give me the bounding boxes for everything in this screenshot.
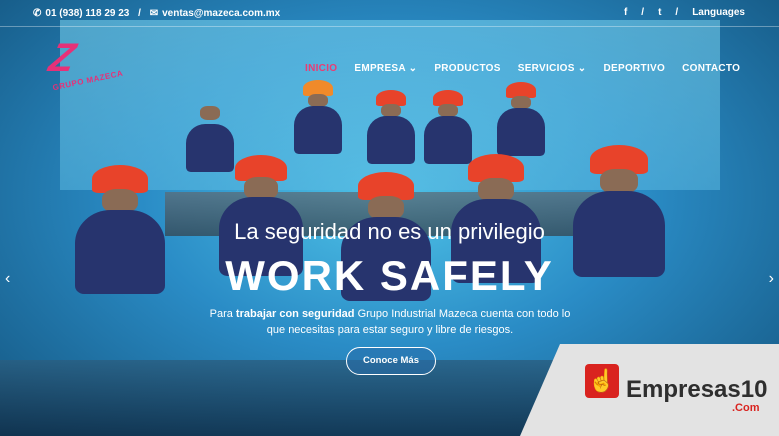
main-nav: INICIO EMPRESA ⌄ PRODUCTOS SERVICIOS ⌄ D… xyxy=(305,63,740,74)
worker-figure xyxy=(186,98,234,172)
worker-figure xyxy=(294,80,342,154)
desc-bold: trabajar con seguridad xyxy=(235,308,355,320)
slider-prev-arrow[interactable]: ‹ xyxy=(5,270,10,288)
nav-item-contacto[interactable]: CONTACTO xyxy=(682,63,740,74)
nav-item-productos[interactable]: PRODUCTOS xyxy=(434,63,500,74)
separator: / xyxy=(675,7,679,18)
twitter-icon[interactable]: t xyxy=(658,7,661,18)
nav-item-servicios[interactable]: SERVICIOS ⌄ xyxy=(518,63,587,74)
site-logo[interactable]: Z GRUPO MAZECA xyxy=(40,36,128,92)
worker-figure xyxy=(219,155,303,277)
worker-figure xyxy=(451,154,541,283)
separator: / xyxy=(138,8,141,19)
badge-domain: .Com xyxy=(732,402,760,414)
top-bar: ✆ 01 (938) 118 29 23 / ✉ ventas@mazeca.com… xyxy=(0,0,779,27)
empresas10-badge: ☝ Empresas10 .Com xyxy=(520,344,779,436)
logo-mark: Z xyxy=(45,36,80,80)
contact-info: ✆ 01 (938) 118 29 23 / ✉ ventas@mazeca.com… xyxy=(33,8,280,19)
worker-figure xyxy=(424,90,472,164)
hero-description: Para trabajar con seguridad Grupo Indust… xyxy=(200,306,580,338)
languages-menu[interactable]: Languages xyxy=(692,7,745,18)
badge-name: Empresas10 xyxy=(626,376,768,403)
worker-figure xyxy=(572,145,666,278)
separator: / xyxy=(641,7,645,18)
pointer-hand-icon: ☝ xyxy=(585,364,619,398)
mail-icon: ✉ xyxy=(149,8,159,19)
nav-item-inicio[interactable]: INICIO xyxy=(305,63,337,74)
slider-next-arrow[interactable]: › xyxy=(769,270,774,288)
nav-item-deportivo[interactable]: DEPORTIVO xyxy=(603,63,665,74)
desc-pre: Para xyxy=(209,308,236,320)
hero-tagline: La seguridad no es un privilegio xyxy=(234,219,545,244)
hero-headline: WORK SAFELY xyxy=(225,252,554,299)
topbar-right: f / t / Languages xyxy=(624,7,745,18)
email-link[interactable]: ventas@mazeca.com.mx xyxy=(162,8,280,19)
phone-icon: ✆ xyxy=(33,8,42,19)
worker-figure xyxy=(367,90,415,164)
nav-item-empresa[interactable]: EMPRESA ⌄ xyxy=(354,63,417,74)
phone-number[interactable]: 01 (938) 118 29 23 xyxy=(45,8,129,19)
facebook-icon[interactable]: f xyxy=(624,7,627,18)
worker-figure xyxy=(497,82,545,156)
conoce-mas-button[interactable]: Conoce Más xyxy=(346,347,436,375)
